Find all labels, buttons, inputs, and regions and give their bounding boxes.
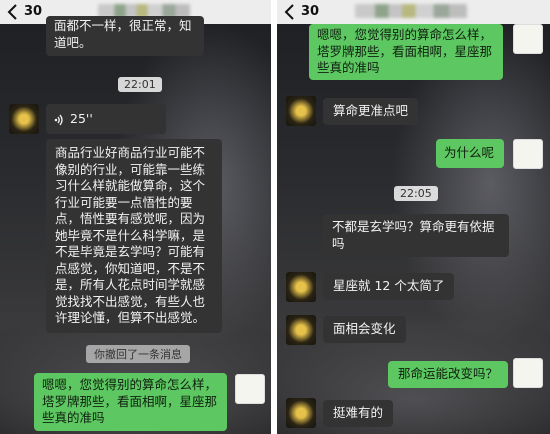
chat-screen-left: 30 面都不一样，很正常，知道吧。 22:01 25'' 商品行业好商品行业可能… — [0, 0, 271, 434]
contact-name-blurred — [355, 4, 467, 18]
user-avatar[interactable] — [513, 358, 543, 388]
chat-header: 30 — [277, 0, 550, 24]
voice-wave-icon — [54, 114, 63, 125]
contact-avatar[interactable] — [286, 398, 316, 428]
voice-duration: 25'' — [70, 111, 93, 126]
user-avatar[interactable] — [513, 24, 543, 54]
unread-count: 30 — [24, 4, 43, 19]
contact-avatar[interactable] — [286, 315, 316, 345]
message-bubble-received[interactable]: 算命更准点吧 — [323, 98, 419, 125]
message-bubble-received[interactable]: 面都不一样，很正常，知道吧。 — [46, 16, 204, 56]
time-stamp: 22:05 — [394, 186, 438, 201]
message-bubble-received[interactable]: 面相会变化 — [323, 316, 406, 343]
unread-count: 30 — [301, 4, 320, 19]
contact-avatar[interactable] — [9, 104, 39, 134]
message-bubble-received[interactable]: 星座就 12 个太简了 — [323, 273, 455, 300]
time-stamp: 22:01 — [118, 77, 162, 92]
message-bubble-sent[interactable]: 那命运能改变吗？ — [388, 361, 509, 388]
back-arrow-icon[interactable] — [6, 3, 20, 21]
user-avatar[interactable] — [235, 374, 265, 404]
contact-avatar[interactable] — [286, 272, 316, 302]
recall-notice: 你撤回了一条消息 — [86, 345, 190, 363]
contact-avatar[interactable] — [286, 96, 316, 126]
message-bubble-sent[interactable]: 为什么呢 — [436, 139, 504, 168]
message-bubble-received[interactable]: 挺难有的 — [323, 400, 394, 427]
user-avatar[interactable] — [513, 139, 543, 169]
message-bubble-sent[interactable]: 嗯嗯，您觉得别的算命怎么样，塔罗牌那些，看面相啊，星座那些真的准吗 — [309, 24, 503, 80]
voice-message-bubble[interactable]: 25'' — [46, 104, 166, 134]
chat-screen-right: 30 嗯嗯，您觉得别的算命怎么样，塔罗牌那些，看面相啊，星座那些真的准吗 算命更… — [277, 0, 550, 434]
back-arrow-icon[interactable] — [283, 3, 297, 21]
message-bubble-sent[interactable]: 嗯嗯，您觉得别的算命怎么样，塔罗牌那些，看面相啊，星座那些真的准吗 — [34, 373, 227, 431]
message-bubble-received[interactable]: 商品行业好商品行业可能不像别的行业，可能靠一些练习什么样就能做算命，这个行业可能… — [46, 139, 222, 333]
message-bubble-received[interactable]: 不都是玄学吗？算命更有依据吗 — [323, 214, 509, 257]
